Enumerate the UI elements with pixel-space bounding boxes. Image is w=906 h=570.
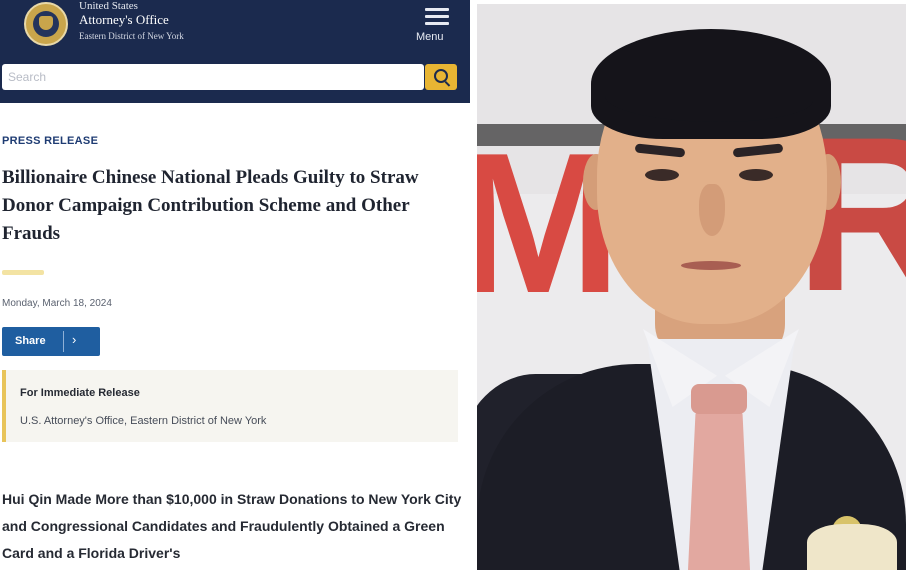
share-divider <box>63 331 64 352</box>
tie-knot <box>691 384 747 414</box>
content-type-label: PRESS RELEASE <box>2 135 99 147</box>
release-title: For Immediate Release <box>20 387 140 399</box>
eye-right <box>739 169 773 181</box>
menu-icon[interactable] <box>425 8 449 26</box>
seal-eagle <box>39 16 53 30</box>
release-info-box: For Immediate Release U.S. Attorney's Of… <box>2 370 458 442</box>
corsage <box>807 524 897 570</box>
chevron-right-icon: › <box>72 332 77 347</box>
search-placeholder: Search <box>8 70 47 84</box>
search-button[interactable] <box>425 64 457 90</box>
title-divider <box>2 270 44 275</box>
seal-icon[interactable] <box>24 2 68 46</box>
share-button[interactable]: Share › <box>2 327 100 356</box>
press-release-page: United States Attorney's Office Eastern … <box>0 0 470 570</box>
site-header: United States Attorney's Office Eastern … <box>0 0 470 103</box>
page-title: Billionaire Chinese National Pleads Guil… <box>2 167 419 244</box>
mouth <box>681 261 741 270</box>
article-subheading: Hui Qin Made More than $10,000 in Straw … <box>2 491 462 561</box>
org-name-line2[interactable]: Attorney's Office <box>79 12 169 28</box>
share-label: Share <box>15 335 46 347</box>
org-name-line3[interactable]: Eastern District of New York <box>79 31 184 42</box>
search-icon <box>434 69 448 83</box>
release-accent-bar <box>2 370 6 442</box>
necktie <box>688 389 750 570</box>
eye-left <box>645 169 679 181</box>
nose <box>699 184 725 236</box>
org-name-line1[interactable]: United States <box>79 0 138 12</box>
menu-button-label[interactable]: Menu <box>416 31 444 43</box>
portrait-photo: M R <box>477 4 906 570</box>
search-input[interactable]: Search <box>2 64 424 90</box>
publish-date: Monday, March 18, 2024 <box>2 298 112 309</box>
release-office: U.S. Attorney's Office, Eastern District… <box>20 415 267 427</box>
